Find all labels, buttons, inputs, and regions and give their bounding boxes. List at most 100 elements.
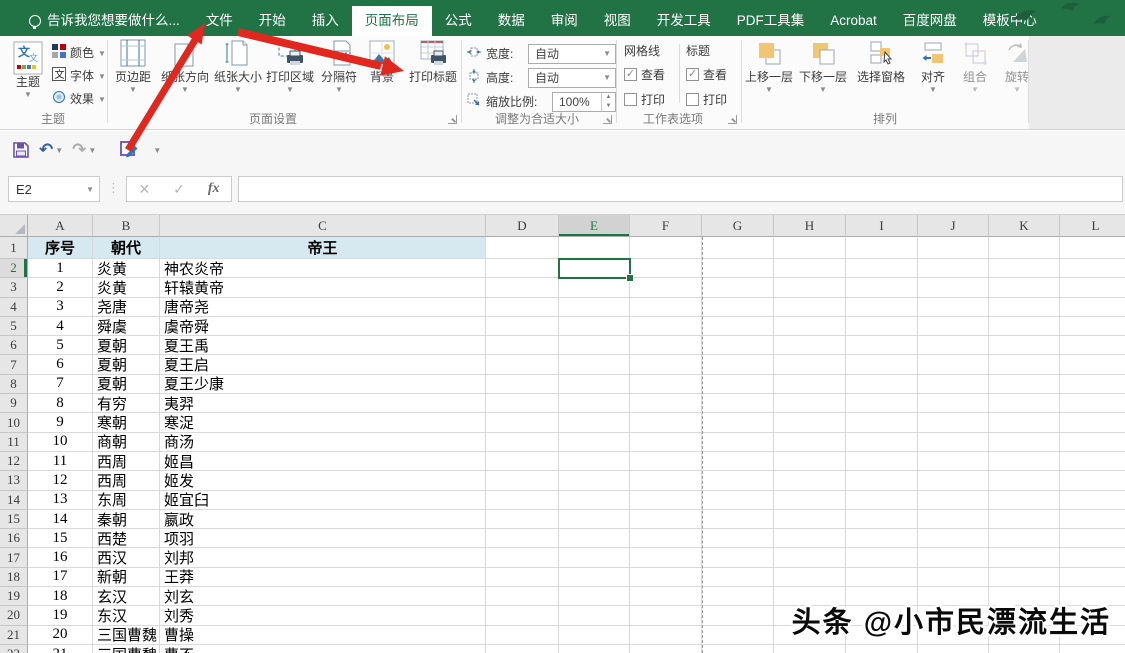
cell-G13[interactable]	[702, 471, 774, 491]
cell-H15[interactable]	[774, 509, 846, 530]
cell-B17[interactable]: 西汉	[93, 548, 160, 568]
cell-H6[interactable]	[774, 336, 846, 356]
cell-B13[interactable]: 西周	[93, 471, 160, 491]
cell-B15[interactable]: 秦朝	[93, 509, 160, 530]
cell-A12[interactable]: 11	[28, 451, 93, 472]
align-button[interactable]: 对齐 ▼	[912, 36, 954, 94]
cell-E7[interactable]	[559, 355, 630, 375]
cell-D15[interactable]	[486, 509, 559, 530]
cell-F19[interactable]	[630, 587, 702, 607]
cell-I16[interactable]	[846, 529, 918, 549]
cell-D4[interactable]	[486, 297, 559, 317]
cell-F5[interactable]	[630, 316, 702, 337]
cell-B9[interactable]: 有穷	[93, 394, 160, 414]
cell-H14[interactable]	[774, 490, 846, 510]
cell-I17[interactable]	[846, 548, 918, 568]
tab-视图[interactable]: 视图	[591, 6, 644, 36]
cell-I5[interactable]	[846, 316, 918, 337]
cell-E14[interactable]	[559, 490, 630, 510]
save-button[interactable]	[12, 141, 30, 159]
cell-K18[interactable]	[989, 567, 1060, 588]
cell-C16[interactable]: 项羽	[160, 529, 486, 549]
cell-F4[interactable]	[630, 297, 702, 317]
formula-bar-drag-handle[interactable]: ⋮	[107, 180, 120, 196]
cell-A14[interactable]: 13	[28, 490, 93, 510]
cell-E15[interactable]	[559, 509, 630, 530]
fill-handle[interactable]	[626, 274, 634, 283]
cell-J18[interactable]	[918, 567, 989, 588]
cell-L10[interactable]	[1060, 413, 1125, 433]
cell-I22[interactable]	[846, 644, 918, 653]
row-header-18[interactable]: 18	[0, 567, 28, 588]
cell-I15[interactable]	[846, 509, 918, 530]
cell-K16[interactable]	[989, 529, 1060, 549]
margins-button[interactable]: 页边距 ▼	[108, 36, 158, 94]
row-header-15[interactable]: 15	[0, 509, 28, 530]
cell-K12[interactable]	[989, 451, 1060, 472]
formula-input[interactable]	[238, 176, 1123, 202]
cell-F20[interactable]	[630, 606, 702, 626]
undo-button[interactable]: ↶ ▼	[39, 141, 63, 158]
row-header-14[interactable]: 14	[0, 490, 28, 510]
cell-I13[interactable]	[846, 471, 918, 491]
header-cell-C1[interactable]: 帝王	[160, 237, 486, 259]
cell-G7[interactable]	[702, 355, 774, 375]
cell-I18[interactable]	[846, 567, 918, 588]
cell-K1[interactable]	[989, 237, 1060, 259]
cell-D13[interactable]	[486, 471, 559, 491]
cell-C7[interactable]: 夏王启	[160, 355, 486, 375]
cell-A7[interactable]: 6	[28, 355, 93, 375]
row-header-7[interactable]: 7	[0, 355, 28, 375]
cell-K7[interactable]	[989, 355, 1060, 375]
cell-A6[interactable]: 5	[28, 336, 93, 356]
cell-J8[interactable]	[918, 374, 989, 395]
cell-C5[interactable]: 虞帝舜	[160, 316, 486, 337]
cell-A11[interactable]: 10	[28, 432, 93, 452]
cell-A15[interactable]: 14	[28, 509, 93, 530]
cell-G5[interactable]	[702, 316, 774, 337]
cell-H4[interactable]	[774, 297, 846, 317]
cell-J6[interactable]	[918, 336, 989, 356]
cell-L15[interactable]	[1060, 510, 1125, 530]
cell-I3[interactable]	[846, 278, 918, 298]
redo-button[interactable]: ↷ ▼	[72, 141, 96, 158]
cell-I9[interactable]	[846, 394, 918, 414]
sheet-options-dialog-launcher[interactable]	[728, 115, 737, 124]
cell-K8[interactable]	[989, 374, 1060, 395]
cell-B21[interactable]: 三国曹魏	[93, 625, 160, 645]
tab-插入[interactable]: 插入	[299, 6, 352, 36]
row-header-3[interactable]: 3	[0, 278, 28, 298]
cell-H5[interactable]	[774, 316, 846, 337]
cell-J15[interactable]	[918, 509, 989, 530]
header-cell-B1[interactable]: 朝代	[93, 237, 160, 259]
cell-L4[interactable]	[1060, 298, 1125, 317]
cell-E6[interactable]	[559, 336, 630, 356]
cell-A2[interactable]: 1	[28, 259, 93, 279]
cell-J1[interactable]	[918, 237, 989, 259]
cell-A22[interactable]: 21	[28, 644, 93, 653]
cell-A18[interactable]: 17	[28, 567, 93, 588]
cell-C19[interactable]: 刘玄	[160, 587, 486, 607]
cell-G1[interactable]	[702, 237, 774, 259]
tab-PDF工具集[interactable]: PDF工具集	[724, 6, 818, 36]
cell-L6[interactable]	[1060, 336, 1125, 356]
cell-B3[interactable]: 炎黄	[93, 278, 160, 298]
cell-D11[interactable]	[486, 432, 559, 452]
cell-L2[interactable]	[1060, 259, 1125, 279]
cell-J10[interactable]	[918, 413, 989, 433]
cell-J3[interactable]	[918, 278, 989, 298]
column-header-I[interactable]: I	[846, 215, 918, 237]
cell-E3[interactable]	[559, 278, 630, 298]
cell-I6[interactable]	[846, 336, 918, 356]
cell-C11[interactable]: 商汤	[160, 432, 486, 452]
cell-H18[interactable]	[774, 567, 846, 588]
cell-F14[interactable]	[630, 490, 702, 510]
cell-F8[interactable]	[630, 374, 702, 395]
cell-D3[interactable]	[486, 278, 559, 298]
cell-L9[interactable]	[1060, 394, 1125, 414]
cell-D12[interactable]	[486, 451, 559, 472]
cell-A20[interactable]: 19	[28, 606, 93, 626]
gridlines-view-checkbox[interactable]: ✓ 查看	[624, 65, 665, 84]
cell-C21[interactable]: 曹操	[160, 625, 486, 645]
row-header-21[interactable]: 21	[0, 625, 28, 645]
